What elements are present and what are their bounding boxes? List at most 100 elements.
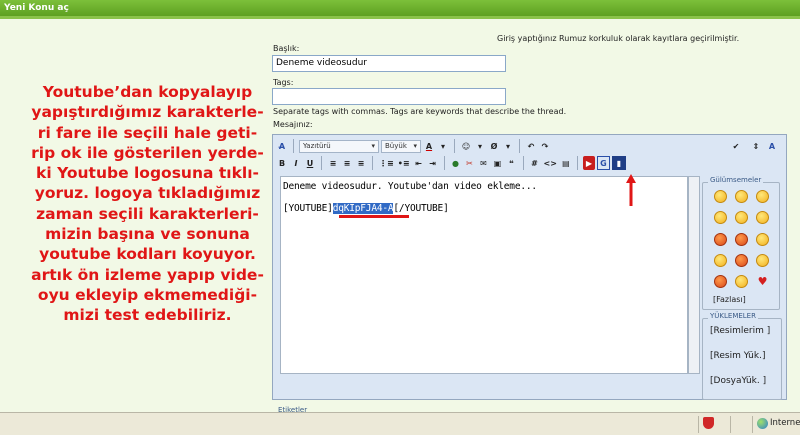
resize-icon[interactable]: ⇕ bbox=[750, 139, 762, 153]
toolbar-separator bbox=[576, 156, 578, 170]
ordered-list-icon[interactable]: ⋮≡ bbox=[378, 156, 395, 170]
more-smilies-link[interactable]: [Fazlası] bbox=[713, 295, 746, 304]
title-label: Başlık: bbox=[273, 44, 300, 53]
smiley-icon[interactable] bbox=[714, 275, 727, 288]
smiley-icon[interactable] bbox=[735, 275, 748, 288]
smiley-icon[interactable] bbox=[756, 190, 769, 203]
redo-icon[interactable]: ↷ bbox=[539, 139, 551, 153]
youtube-open-tag: [YOUTUBE] bbox=[283, 203, 333, 214]
arrow-up-icon bbox=[626, 174, 636, 206]
bold-button[interactable]: B bbox=[276, 156, 288, 170]
annotation-text: Youtube’dan kopyalayıp yapıştırdığımız k… bbox=[20, 82, 275, 326]
video-icon[interactable]: ▮ bbox=[611, 156, 626, 170]
annotation-line: zaman seçili karakterleri- bbox=[36, 204, 259, 223]
annotation-line: Youtube’dan kopyalayıp bbox=[42, 83, 253, 101]
chevron-down-icon: ▾ bbox=[413, 142, 417, 150]
annotation-line: mizi test edebiliriz. bbox=[63, 306, 232, 325]
tags-help-text: Separate tags with commas. Tags are keyw… bbox=[273, 107, 567, 116]
remove-format-icon[interactable]: A̶ bbox=[276, 139, 288, 153]
chevron-down-icon[interactable]: ▾ bbox=[502, 139, 514, 153]
smiley-icon[interactable] bbox=[714, 233, 727, 246]
status-bar bbox=[0, 412, 800, 435]
status-divider bbox=[752, 416, 753, 433]
editor-sidebar: Gülümsemeler ♥ [Fazlası] YÜKLEMELER [Res… bbox=[702, 176, 784, 402]
youtube-icon[interactable]: ▶ bbox=[582, 156, 595, 170]
annotation-line: ki Youtube logosuna tıklı- bbox=[36, 164, 259, 183]
annotation-line: yoruz. logoya tıkladığımız bbox=[34, 184, 261, 203]
message-line-1: Deneme videosudur. Youtube'dan video ekl… bbox=[283, 181, 537, 192]
unordered-list-icon[interactable]: •≡ bbox=[397, 156, 411, 170]
toolbar-separator bbox=[293, 139, 294, 153]
quote-icon[interactable]: ❝ bbox=[506, 156, 518, 170]
youtube-close-tag: [/YOUTUBE] bbox=[393, 203, 449, 214]
image-icon[interactable]: ▣ bbox=[492, 156, 504, 170]
spell-check-icon[interactable]: ✔ bbox=[730, 139, 742, 153]
font-select[interactable]: Yazıtürü ▾ bbox=[299, 139, 379, 153]
email-icon[interactable]: ✉ bbox=[478, 156, 490, 170]
undo-icon[interactable]: ↶ bbox=[525, 139, 537, 153]
smiley-icon[interactable] bbox=[756, 211, 769, 224]
smiley-icon[interactable] bbox=[756, 233, 769, 246]
smiley-icon[interactable] bbox=[735, 211, 748, 224]
my-images-link[interactable]: [Resimlerim ] bbox=[710, 326, 770, 336]
size-select[interactable]: Büyük ▾ bbox=[381, 139, 421, 153]
outdent-icon[interactable]: ⇤ bbox=[413, 156, 425, 170]
toolbar-separator bbox=[372, 156, 373, 170]
annotation-line: oyu ekleyip ekmemediği- bbox=[37, 285, 258, 304]
code-button[interactable]: # bbox=[529, 156, 541, 170]
annotation-line: artık ön izleme yapıp vide- bbox=[31, 265, 264, 284]
text-color-icon[interactable]: A bbox=[423, 139, 435, 153]
file-upload-link[interactable]: [DosyaYük. ] bbox=[710, 376, 766, 386]
tags-label: Tags: bbox=[273, 78, 294, 87]
chevron-down-icon[interactable]: ▾ bbox=[474, 139, 486, 153]
unlink-icon[interactable]: ✂ bbox=[464, 156, 476, 170]
login-notice: Giriş yaptığınız Rumuz korkuluk olarak k… bbox=[497, 34, 740, 43]
annotation-line: mizin başına ve sonuna bbox=[45, 225, 250, 244]
tags-input[interactable] bbox=[272, 88, 506, 105]
font-select-value: Yazıtürü bbox=[303, 142, 331, 150]
message-label: Mesajınız: bbox=[273, 120, 313, 129]
php-icon[interactable]: ▤ bbox=[560, 156, 572, 170]
toolbar-separator bbox=[321, 156, 322, 170]
smiley-icon[interactable]: ☺ bbox=[460, 139, 472, 153]
image-upload-link[interactable]: [Resim Yük.] bbox=[710, 351, 765, 361]
smiley-icon[interactable] bbox=[735, 254, 748, 267]
smiley-icon[interactable] bbox=[714, 190, 727, 203]
switch-mode-icon[interactable]: A bbox=[766, 139, 778, 153]
page-title: Yeni Konu aç bbox=[0, 0, 800, 16]
security-zone-label: Interne bbox=[770, 418, 800, 428]
align-right-icon[interactable]: ≡ bbox=[355, 156, 367, 170]
message-line-2: [YOUTUBE]dqKIpFJA4-A[/YOUTUBE] bbox=[283, 203, 449, 214]
smiley-icon[interactable] bbox=[714, 211, 727, 224]
align-left-icon[interactable]: ≡ bbox=[327, 156, 339, 170]
smiley-icon[interactable] bbox=[735, 233, 748, 246]
google-icon[interactable]: G bbox=[596, 156, 610, 170]
title-input[interactable]: Deneme videosudur bbox=[272, 55, 506, 72]
indent-icon[interactable]: ⇥ bbox=[427, 156, 439, 170]
selected-video-id[interactable]: dqKIpFJA4-A bbox=[332, 203, 394, 214]
toolbar-row-1: A̶ Yazıtürü ▾ Büyük ▾ A ▾ ☺ ▾ Ø ▾ ↶ ↷ bbox=[276, 137, 551, 155]
selection-underline bbox=[339, 215, 409, 218]
align-center-icon[interactable]: ≡ bbox=[341, 156, 353, 170]
underline-button[interactable]: U bbox=[304, 156, 316, 170]
link-icon[interactable]: ● bbox=[450, 156, 462, 170]
smiley-icon[interactable] bbox=[756, 254, 769, 267]
toolbar-row-2: B I U ≡ ≡ ≡ ⋮≡ •≡ ⇤ ⇥ ● ✂ ✉ ▣ ❝ # <> ▤ ▶… bbox=[276, 154, 626, 172]
annotation-line: ri fare ile seçili hale geti- bbox=[37, 123, 258, 142]
smiley-icon[interactable] bbox=[735, 190, 748, 203]
shield-icon bbox=[703, 417, 714, 429]
italic-button[interactable]: I bbox=[290, 156, 302, 170]
toolbar-separator bbox=[443, 156, 445, 170]
uploads-legend: YÜKLEMELER bbox=[708, 312, 758, 320]
chevron-down-icon: ▾ bbox=[371, 142, 375, 150]
attachment-icon[interactable]: Ø bbox=[488, 139, 500, 153]
html-button[interactable]: <> bbox=[543, 156, 558, 170]
header-divider bbox=[0, 16, 800, 19]
smilies-legend: Gülümsemeler bbox=[708, 176, 764, 184]
toolbar-separator bbox=[522, 156, 524, 170]
chevron-down-icon[interactable]: ▾ bbox=[437, 139, 449, 153]
status-divider bbox=[730, 416, 731, 433]
heart-icon[interactable]: ♥ bbox=[756, 275, 769, 288]
textarea-scrollbar[interactable] bbox=[688, 176, 700, 374]
smiley-icon[interactable] bbox=[714, 254, 727, 267]
